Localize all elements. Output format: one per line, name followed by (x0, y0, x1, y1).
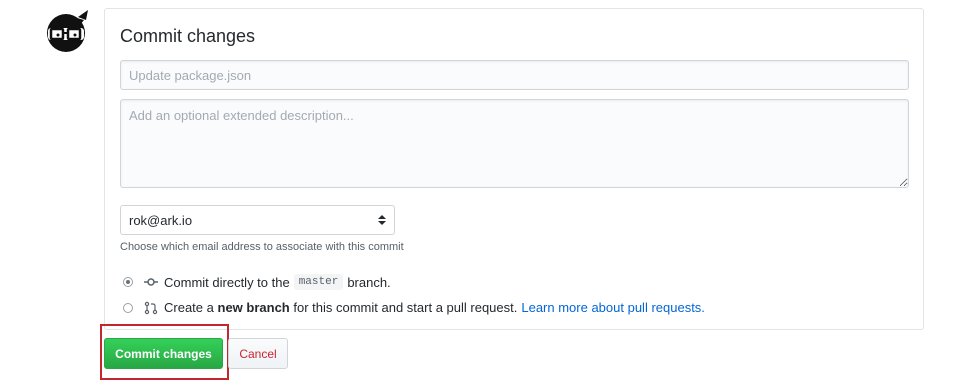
commit-directly-radio[interactable] (123, 277, 133, 287)
new-branch-suffix: for this commit and start a pull request… (293, 300, 518, 315)
new-branch-prefix: Create a (164, 300, 214, 315)
option-new-branch[interactable]: Create a new branch for this commit and … (123, 300, 705, 315)
commit-summary-input[interactable] (120, 60, 909, 90)
email-select-value: rok@ark.io (129, 212, 193, 228)
page-title: Commit changes (120, 26, 256, 46)
git-commit-icon (144, 278, 158, 286)
commit-form-panel: Commit changes rok@ark.io Choose which e… (104, 8, 924, 330)
select-arrows-icon (378, 214, 386, 226)
branch-name: master (293, 274, 344, 290)
new-branch-radio[interactable] (123, 302, 133, 313)
commit-directly-prefix: Commit directly to the (164, 274, 290, 290)
email-select[interactable]: rok@ark.io (120, 205, 395, 235)
learn-more-link[interactable]: Learn more about pull requests. (521, 300, 705, 315)
ninja-avatar-icon (44, 8, 92, 54)
new-branch-bold: new branch (217, 300, 290, 315)
commit-directly-suffix: branch. (347, 274, 391, 290)
git-pull-request-icon (144, 301, 158, 314)
option-commit-directly[interactable]: Commit directly to the master branch. (123, 274, 391, 290)
commit-description-textarea[interactable] (120, 99, 909, 188)
commit-changes-button[interactable]: Commit changes (104, 338, 223, 369)
cancel-button[interactable]: Cancel (228, 338, 288, 369)
email-help-text: Choose which email address to associate … (120, 241, 404, 253)
